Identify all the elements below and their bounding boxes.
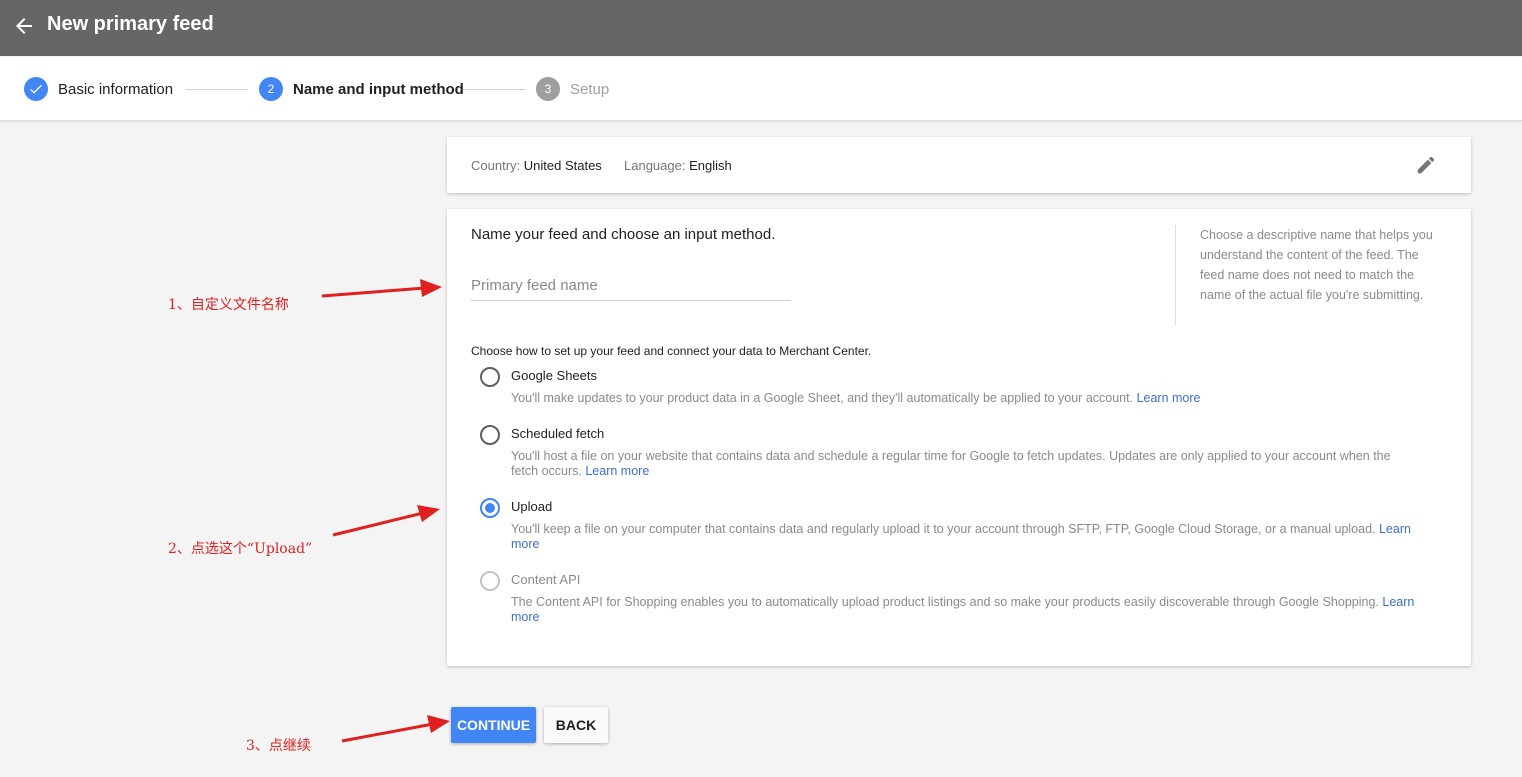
option-description: The Content API for Shopping enables you… <box>511 595 1415 624</box>
option-description: You'll make updates to your product data… <box>511 391 1201 405</box>
google-sheets-radio[interactable] <box>480 367 500 387</box>
form-heading: Name your feed and choose an input metho… <box>471 226 776 243</box>
step-label: Basic information <box>58 80 174 98</box>
back-button[interactable]: BACK <box>544 707 608 743</box>
continue-button[interactable]: CONTINUE <box>451 707 536 743</box>
page-title: New primary feed <box>47 13 214 35</box>
step-setup[interactable]: 3 Setup <box>536 57 609 121</box>
upload-radio[interactable] <box>480 498 500 518</box>
step-label: Name and input method <box>293 80 464 98</box>
feed-form-card: Name your feed and choose an input metho… <box>447 209 1471 666</box>
option-title: Google Sheets <box>511 368 598 383</box>
option-description: You'll keep a file on your computer that… <box>511 522 1411 551</box>
country-value: United States <box>523 158 602 173</box>
step-number: 3 <box>536 77 560 101</box>
option-description: You'll host a file on your website that … <box>511 449 1391 478</box>
annotation-arrow-1 <box>321 279 442 298</box>
top-app-bar: New primary feed <box>0 0 1522 56</box>
back-arrow-icon[interactable] <box>12 14 36 38</box>
learn-more-link[interactable]: Learn more <box>585 464 649 478</box>
step-name-and-input-method[interactable]: 2 Name and input method <box>259 57 464 121</box>
annotation-1: 1、自定义文件名称 <box>168 297 289 313</box>
option-title: Content API <box>511 572 581 587</box>
input-method-instruction: Choose how to set up your feed and conne… <box>471 344 872 358</box>
annotation-arrow-2 <box>332 505 440 537</box>
learn-more-link[interactable]: Learn more <box>1137 391 1201 405</box>
step-connector <box>186 89 248 90</box>
step-connector <box>463 89 525 90</box>
help-divider <box>1175 225 1176 325</box>
content-api-radio <box>480 571 500 591</box>
scheduled-fetch-radio[interactable] <box>480 425 500 445</box>
language-value: English <box>689 158 732 173</box>
step-label: Setup <box>570 80 610 98</box>
country-summary: Country: United States <box>471 158 602 173</box>
annotation-arrow-3 <box>341 715 450 743</box>
stepper: Basic information 2 Name and input metho… <box>0 57 1522 121</box>
step-basic-information[interactable]: Basic information <box>24 57 173 121</box>
option-title: Scheduled fetch <box>511 426 605 441</box>
language-summary: Language: English <box>624 158 732 173</box>
feed-name-help-text: Choose a descriptive name that helps you… <box>1200 228 1433 302</box>
option-title: Upload <box>511 499 553 514</box>
annotation-3: 3、点继续 <box>246 738 311 754</box>
summary-card: Country: United States Language: English <box>447 137 1471 193</box>
step-number: 2 <box>259 77 283 101</box>
pencil-icon[interactable] <box>1415 154 1437 176</box>
annotation-2: 2、点选这个“Upload” <box>168 541 313 557</box>
check-icon <box>24 77 48 101</box>
feed-name-input[interactable] <box>471 271 791 301</box>
